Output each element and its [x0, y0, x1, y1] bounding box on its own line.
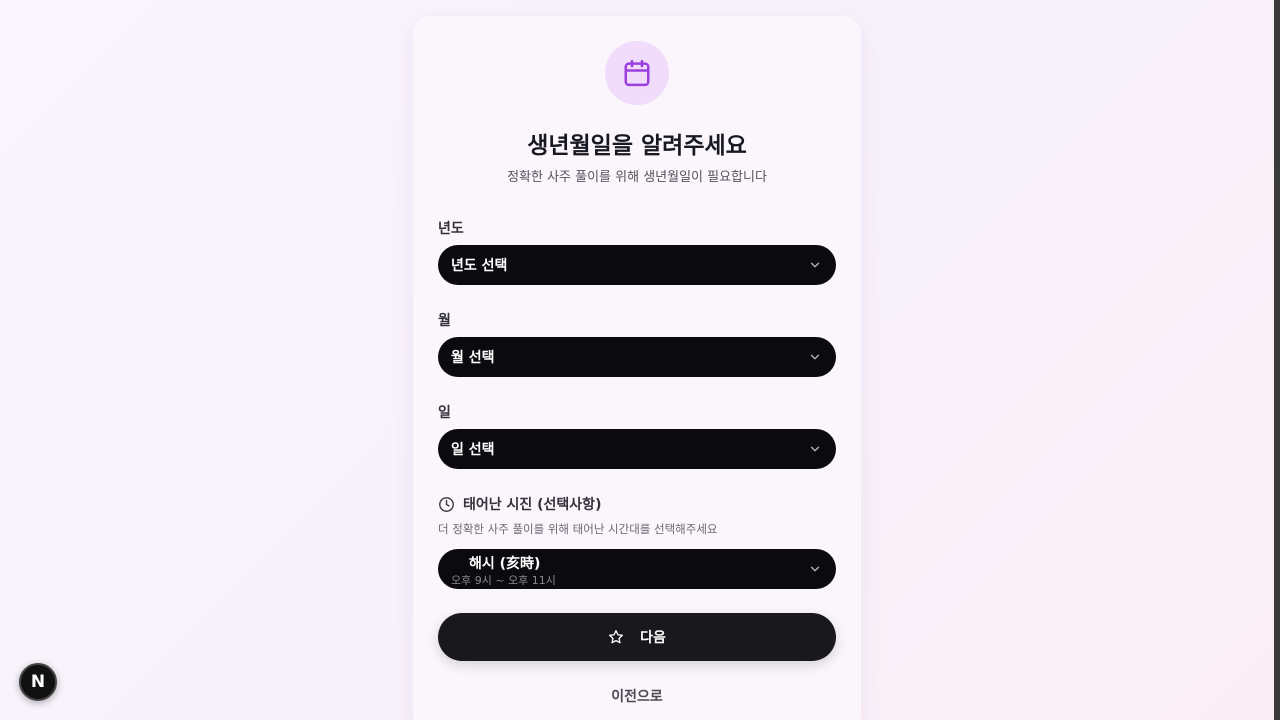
page-title: 생년월일을 알려주세요: [527, 133, 747, 159]
birth-time-label: 태어난 시진 (선택사항): [438, 494, 601, 514]
next-button[interactable]: 다음: [438, 613, 836, 661]
month-select-value: 월 선택: [451, 350, 495, 366]
chevron-down-icon: [810, 354, 820, 360]
month-select[interactable]: 월 선택: [438, 337, 836, 377]
birth-time-selected-name: 해시 (亥時): [469, 556, 541, 572]
day-label: 일: [438, 405, 451, 421]
birth-time-label-text: 태어난 시진 (선택사항): [463, 497, 602, 513]
day-select[interactable]: 일 선택: [438, 429, 836, 469]
year-select[interactable]: 년도 선택: [438, 245, 836, 285]
year-select-value: 년도 선택: [451, 258, 508, 274]
nextjs-logo-icon: N: [30, 672, 46, 692]
chevron-down-icon: [810, 262, 820, 268]
calendar-icon-circle: [605, 41, 669, 105]
year-label: 년도: [438, 221, 464, 237]
birth-time-select[interactable]: 해시 (亥時) 오후 9시 ~ 오후 11시: [438, 549, 836, 589]
back-button[interactable]: 이전으로: [438, 680, 836, 714]
birth-time-hint: 더 정확한 사주 풀이를 위해 태어난 시간대를 선택해주세요: [438, 522, 718, 536]
star-icon: [609, 630, 624, 644]
calendar-icon: [624, 59, 650, 87]
month-label: 월: [438, 313, 451, 329]
birth-time-selected-range: 오후 9시 ~ 오후 11시: [451, 574, 556, 587]
chevron-down-icon: [810, 566, 820, 572]
nextjs-dev-badge[interactable]: N: [19, 663, 57, 701]
next-button-label: 다음: [640, 630, 666, 646]
page-subtitle: 정확한 사주 풀이를 위해 생년월일이 필요합니다: [507, 170, 767, 185]
clock-icon: [439, 496, 454, 512]
chevron-down-icon: [810, 446, 820, 452]
birthdate-card: 생년월일을 알려주세요 정확한 사주 풀이를 위해 생년월일이 필요합니다 년도…: [413, 16, 861, 720]
day-select-value: 일 선택: [451, 442, 495, 458]
scrollbar[interactable]: [1274, 0, 1280, 720]
